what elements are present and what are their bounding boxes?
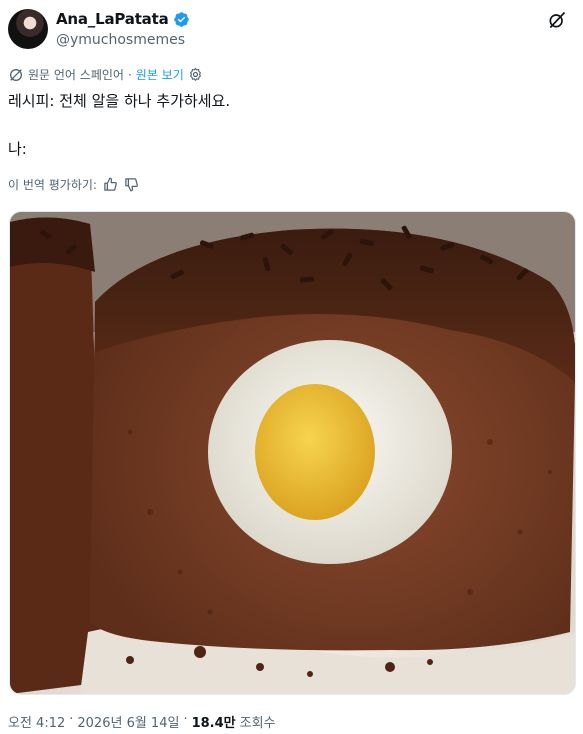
dot-separator: · bbox=[127, 67, 132, 82]
verified-badge-icon bbox=[173, 11, 189, 27]
rate-translation-row: 이 번역 평가하기: bbox=[8, 176, 139, 193]
gear-icon[interactable] bbox=[188, 67, 203, 82]
dot-separator: · bbox=[183, 712, 188, 727]
rate-translation-label: 이 번역 평가하기: bbox=[8, 178, 97, 192]
view-count[interactable]: 18.4만 bbox=[192, 712, 236, 731]
tweet-date[interactable]: 2026년 6월 14일 bbox=[77, 712, 179, 731]
chocolate-cake-egg-image bbox=[10, 212, 575, 694]
translation-bar: 원문 언어 스페인어 · 원본 보기 bbox=[8, 66, 203, 83]
author-handle[interactable]: @ymuchosmemes bbox=[56, 32, 185, 48]
tweet-line-recipe: 레시피: 전체 알을 하나 추가하세요. bbox=[8, 92, 231, 110]
avatar[interactable] bbox=[8, 9, 48, 49]
thumbs-up-icon[interactable] bbox=[103, 177, 118, 192]
show-original-link[interactable]: 원본 보기 bbox=[136, 66, 184, 83]
grok-icon[interactable] bbox=[547, 10, 567, 30]
tweet-footer: 오전 4:12 · 2026년 6월 14일 · 18.4만 조회수 bbox=[8, 712, 276, 731]
translate-icon bbox=[10, 68, 22, 81]
dot-separator: · bbox=[69, 712, 74, 727]
tweet-time[interactable]: 오전 4:12 bbox=[8, 712, 65, 731]
view-count-label: 조회수 bbox=[239, 716, 276, 731]
author-name-row: Ana_LaPatata bbox=[56, 10, 190, 28]
thumbs-down-icon[interactable] bbox=[124, 177, 139, 192]
translation-source-label: 원문 언어 스페인어 bbox=[28, 68, 124, 82]
tweet-line-me: 나: bbox=[8, 140, 27, 158]
tweet-text: 레시피: 전체 알을 하나 추가하세요. 나: bbox=[8, 91, 230, 159]
tweet-photo[interactable] bbox=[9, 211, 576, 695]
author-name[interactable]: Ana_LaPatata bbox=[56, 10, 169, 28]
